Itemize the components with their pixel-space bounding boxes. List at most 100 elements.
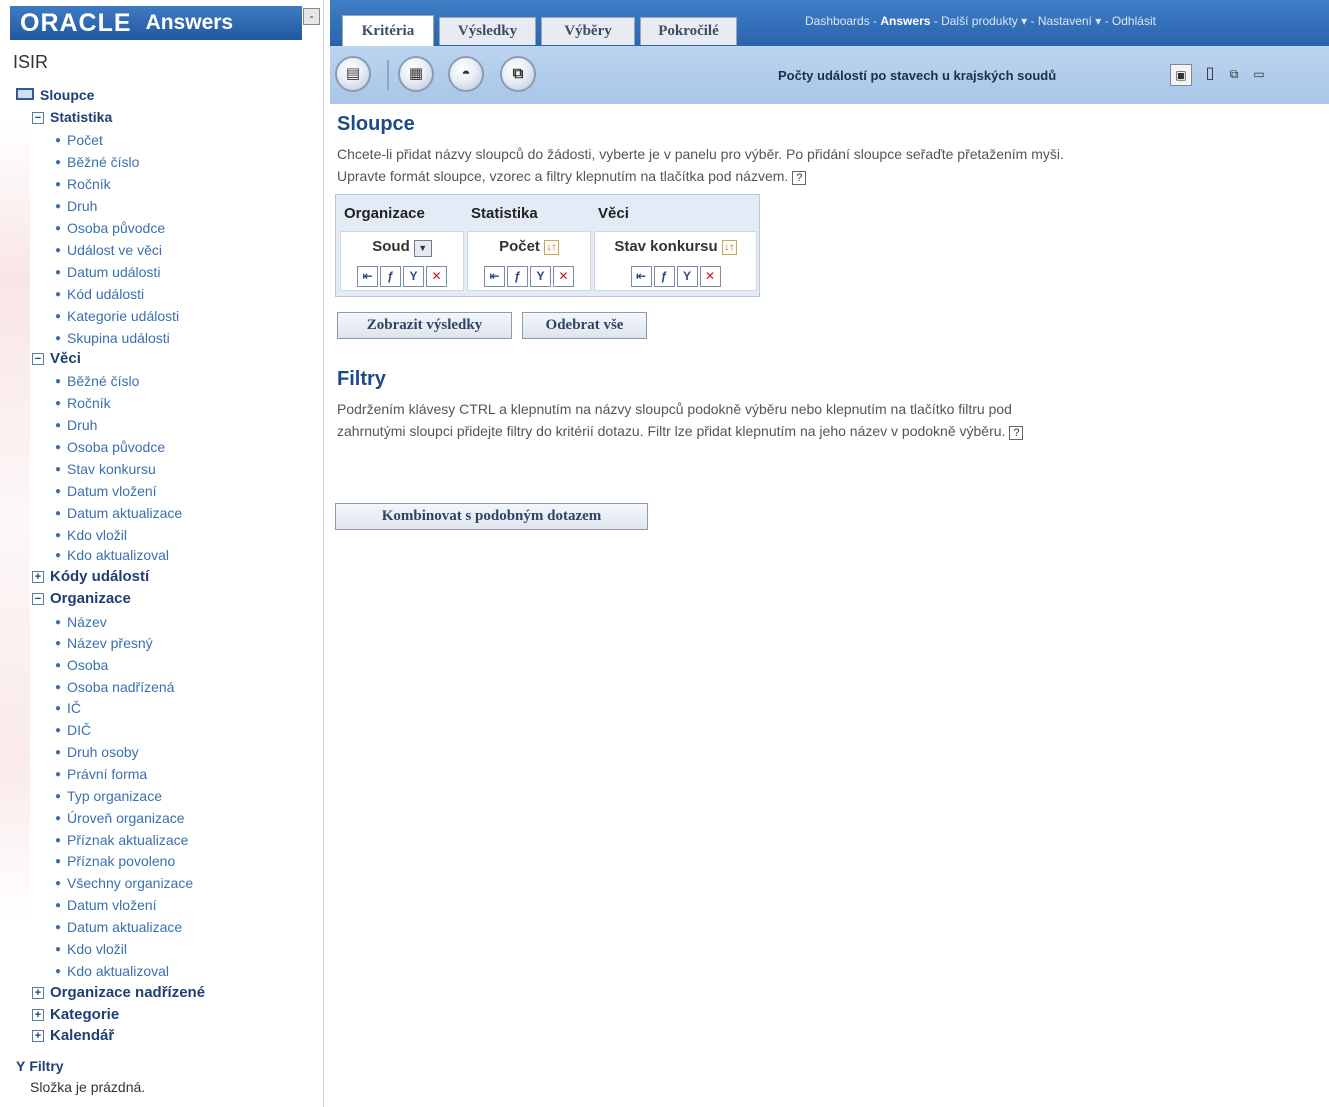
chart-view-icon[interactable]: ◓ [448, 56, 484, 92]
tree-item-kdo-aktualizoval[interactable]: ● Kdo aktualizoval [55, 963, 169, 979]
tab-vysledky[interactable]: Výsledky [439, 17, 536, 45]
formula-icon[interactable]: ƒ [380, 266, 401, 287]
table-view-icon[interactable]: ▦ [398, 56, 434, 92]
save-icon[interactable]: ▭ [1248, 64, 1270, 86]
tree-item-dic[interactable]: ● DIČ [55, 722, 91, 738]
tree-item-kdo-aktualizoval[interactable]: ● Kdo aktualizoval [55, 547, 169, 563]
collapse-icon[interactable]: − [32, 353, 44, 365]
tree-item-datum-vlozeni[interactable]: ● Datum vložení [55, 897, 157, 913]
expand-icon[interactable]: + [32, 1030, 44, 1042]
tab-kriteria[interactable]: Kritéria [342, 15, 434, 46]
tree-folder-veci[interactable]: − Věci [32, 350, 81, 367]
nav-answers[interactable]: Answers [880, 14, 930, 28]
formula-icon[interactable]: ƒ [507, 266, 528, 287]
tree-item-datum-udalosti[interactable]: ● Datum události [55, 264, 160, 280]
tab-pokrocile[interactable]: Pokročilé [640, 17, 737, 45]
tree-folder-kalendar[interactable]: + Kalendář [32, 1027, 114, 1044]
tree-item-label: Stav konkursu [67, 461, 156, 477]
collapse-icon[interactable]: − [32, 593, 44, 605]
filter-icon[interactable]: Y [676, 266, 698, 287]
copy-icon[interactable]: ⧉ [1223, 64, 1245, 86]
tree-item-kdo-vlozil[interactable]: ● Kdo vložil [55, 527, 127, 543]
nav-dashboards[interactable]: Dashboards [805, 14, 870, 28]
show-results-button[interactable]: Zobrazit výsledky [337, 312, 512, 339]
tree-item-osoba-puvodce[interactable]: ● Osoba původce [55, 220, 165, 236]
tree-item-typ-organizace[interactable]: ● Typ organizace [55, 788, 162, 804]
criteria-column-soud[interactable]: Soud ▼ ⇤ ƒ Y ✕ [340, 231, 464, 291]
save-request-icon[interactable]: ▤ [335, 56, 371, 92]
tree-folder-filtry[interactable]: Y Filtry [16, 1058, 64, 1074]
tree-item-osoba-puvodce[interactable]: ● Osoba původce [55, 439, 165, 455]
tree-item-uroven-organizace[interactable]: ● Úroveň organizace [55, 810, 185, 826]
tree-item-rocnik[interactable]: ● Ročník [55, 176, 111, 192]
sort-icon[interactable]: ↓↑ [721, 240, 737, 255]
delete-icon[interactable]: ✕ [426, 266, 447, 287]
tab-vybery[interactable]: Výběry [541, 17, 635, 45]
tree-item-osoba-nadrizena[interactable]: ● Osoba nadřízená [55, 679, 174, 695]
collapse-icon[interactable]: − [32, 112, 44, 124]
tree-item-label: Právní forma [67, 766, 148, 782]
tree-folder-kody-udalosti[interactable]: + Kódy událostí [32, 568, 149, 585]
tree-item-datum-aktualizace[interactable]: ● Datum aktualizace [55, 919, 182, 935]
open-request-icon[interactable]: ▣ [1170, 64, 1192, 86]
remove-all-button[interactable]: Odebrat vše [522, 312, 647, 339]
expand-icon[interactable]: + [32, 987, 44, 999]
nav-settings[interactable]: Nastavení [1038, 14, 1092, 28]
criteria-column-stav-konkursu[interactable]: Stav konkursu ↓↑ ⇤ ƒ Y ✕ [594, 231, 757, 291]
bullet-icon: ● [55, 201, 62, 212]
tree-item-kdo-vlozil[interactable]: ● Kdo vložil [55, 941, 127, 957]
column-properties-icon[interactable]: ⇤ [630, 266, 652, 287]
tree-root-sloupce[interactable]: Sloupce [16, 87, 94, 103]
tree-item-priznak-aktualizace[interactable]: ● Příznak aktualizace [55, 832, 188, 848]
tree-item-pocet[interactable]: ● Počet [55, 132, 103, 148]
nav-more-products[interactable]: Další produkty [941, 14, 1018, 28]
filter-icon[interactable]: Y [530, 266, 551, 287]
tree-item-nazev[interactable]: ● Název [55, 614, 107, 630]
collapse-pane-button[interactable]: - [303, 8, 320, 25]
tree-item-pravni-forma[interactable]: ● Právní forma [55, 766, 147, 782]
tree-item-datum-vlozeni[interactable]: ● Datum vložení [55, 483, 157, 499]
criteria-column-pocet[interactable]: Počet ↓↑ ⇤ ƒ Y ✕ [467, 231, 591, 291]
tree-item-datum-aktualizace[interactable]: ● Datum aktualizace [55, 505, 182, 521]
column-properties-icon[interactable]: ⇤ [484, 266, 505, 287]
dropdown-icon[interactable]: ▼ [413, 240, 432, 257]
tree-folder-organizace[interactable]: − Organizace [32, 590, 131, 607]
help-icon[interactable]: ? [1009, 426, 1024, 440]
expand-icon[interactable]: + [32, 1009, 44, 1021]
filter-icon[interactable]: Y [403, 266, 424, 287]
delete-icon[interactable]: ✕ [699, 266, 721, 287]
tree-folder-kategorie[interactable]: + Kategorie [32, 1006, 119, 1023]
tree-item-nazev-presny[interactable]: ● Název přesný [55, 635, 153, 651]
combine-similar-query-button[interactable]: Kombinovat s podobným dotazem [335, 503, 648, 530]
tree-item-udalost-ve-veci[interactable]: ● Událost ve věci [55, 242, 162, 258]
column-properties-icon[interactable]: ⇤ [357, 266, 378, 287]
expand-icon[interactable]: + [32, 571, 44, 583]
tree-item-stav-konkursu[interactable]: ● Stav konkursu [55, 461, 156, 477]
tree-item-ic[interactable]: ● IČ [55, 700, 81, 716]
tree-item-druh[interactable]: ● Druh [55, 198, 97, 214]
new-request-icon[interactable]: ▯ [1199, 64, 1221, 86]
tree-item-osoba[interactable]: ● Osoba [55, 657, 108, 673]
tree-item-priznak-povoleno[interactable]: ● Příznak povoleno [55, 853, 175, 869]
nav-logout[interactable]: Odhlásit [1112, 14, 1156, 28]
chevron-down-icon[interactable]: ▾ [1018, 14, 1031, 28]
tree-item-kategorie-udalosti[interactable]: ● Kategorie události [55, 308, 179, 324]
tree-item-vsechny-organizace[interactable]: ● Všechny organizace [55, 875, 193, 891]
tree-item-label: Druh [67, 198, 98, 214]
tree-item-kod-udalosti[interactable]: ● Kód události [55, 286, 144, 302]
help-icon[interactable]: ? [792, 171, 807, 185]
tree-item-bezne-cislo[interactable]: ● Běžné číslo [55, 154, 139, 170]
pivot-view-icon[interactable]: ⧉ [500, 56, 536, 92]
tree-item-bezne-cislo[interactable]: ● Běžné číslo [55, 373, 139, 389]
tree-folder-statistika[interactable]: − Statistika [32, 109, 112, 125]
formula-icon[interactable]: ƒ [653, 266, 675, 287]
tree-item-rocnik[interactable]: ● Ročník [55, 395, 111, 411]
tree-item-druh-osoby[interactable]: ● Druh osoby [55, 744, 139, 760]
delete-icon[interactable]: ✕ [553, 266, 574, 287]
tree-item-skupina-udalosti[interactable]: ● Skupina události [55, 330, 170, 346]
tree-item-druh[interactable]: ● Druh [55, 417, 97, 433]
bullet-icon: ● [55, 747, 62, 758]
chevron-down-icon[interactable]: ▾ [1092, 14, 1105, 28]
tree-folder-organizace-nadrizene[interactable]: + Organizace nadřízené [32, 984, 205, 1001]
sort-icon[interactable]: ↓↑ [543, 240, 559, 255]
